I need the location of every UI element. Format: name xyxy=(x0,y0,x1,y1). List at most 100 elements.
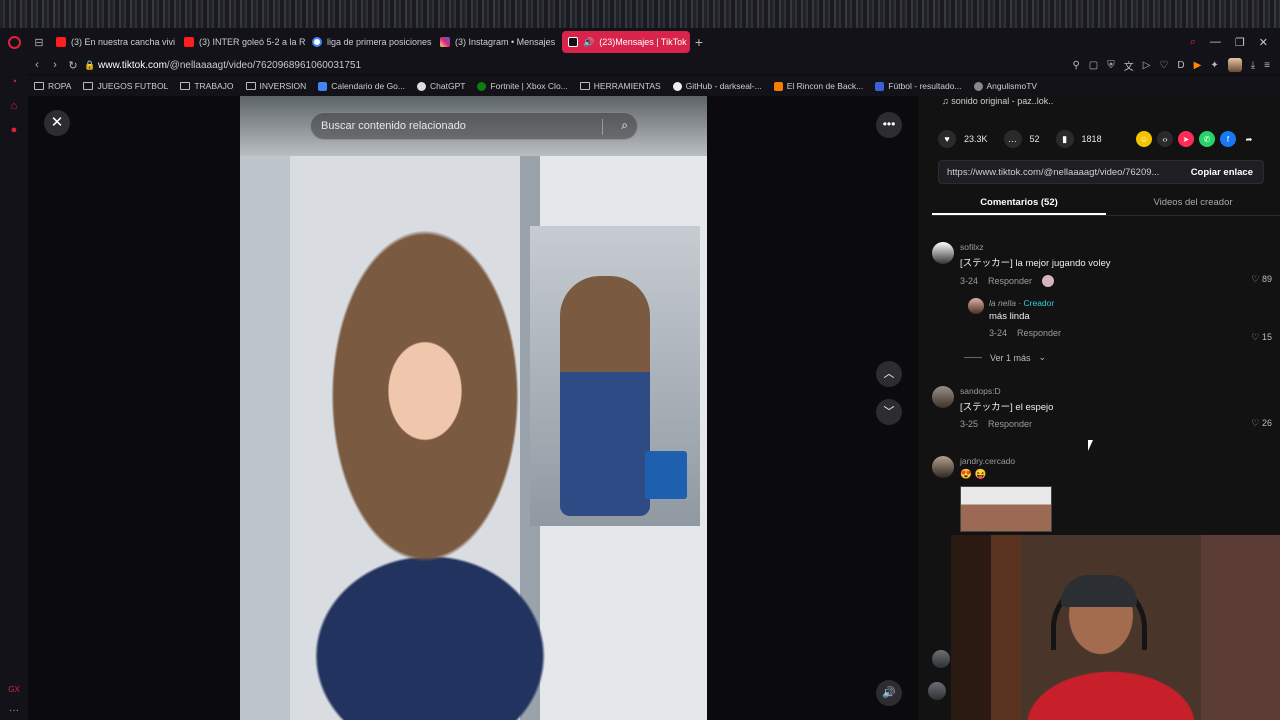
opera-gx-logo-icon[interactable] xyxy=(0,28,28,56)
comment-like-button[interactable]: ♡ 26 xyxy=(1251,418,1272,429)
globe-icon xyxy=(973,81,983,91)
comment-icon[interactable]: … xyxy=(1003,130,1022,148)
bookmark-chatgpt[interactable]: ChatGPT xyxy=(417,81,465,91)
blogger-icon xyxy=(773,81,783,91)
avatar[interactable] xyxy=(932,242,954,264)
next-video-button[interactable]: ﹀ xyxy=(876,399,902,425)
bookmark-github[interactable]: GitHub - darkseal-... xyxy=(672,81,762,91)
bookmark-calendario[interactable]: Calendario de Go... xyxy=(318,81,405,91)
lock-icon[interactable]: 🔒 xyxy=(82,60,98,71)
gx-corner-icon[interactable]: ⌂ xyxy=(8,100,20,112)
tiktok-icon xyxy=(568,37,578,47)
tab-tiktok[interactable]: 🔊 (23)Mensajes | TikTok xyxy=(562,31,690,53)
url-field[interactable]: www.tiktok.com/@nellaaaagt/video/7620968… xyxy=(98,60,361,71)
close-video-button[interactable]: ✕ xyxy=(44,110,70,136)
heart-icon[interactable]: ♡ xyxy=(1159,60,1168,71)
profile-avatar[interactable] xyxy=(1227,58,1242,72)
comment-image[interactable] xyxy=(960,486,1052,532)
tab-instagram[interactable]: (3) Instagram • Mensajes xyxy=(434,31,562,53)
related-search-input[interactable]: Buscar contenido relacionado ⌕ xyxy=(310,112,638,140)
avatar[interactable] xyxy=(928,682,946,700)
reply-button[interactable]: Responder xyxy=(1017,328,1061,338)
comment-username[interactable]: jandry.cercado xyxy=(960,456,1272,466)
volume-button[interactable]: 🔊 xyxy=(876,680,902,706)
gx-control-icon[interactable]: ◔ xyxy=(8,76,20,88)
bookmark-trabajo[interactable]: TRABAJO xyxy=(180,81,234,91)
comment-like-button[interactable]: ♡ 15 xyxy=(1251,332,1272,343)
heart-icon[interactable]: ♥ xyxy=(938,130,956,148)
send-icon[interactable]: ➤ xyxy=(1178,131,1194,147)
bookmark-icon[interactable]: ▮ xyxy=(1055,130,1074,148)
video-player[interactable] xyxy=(240,96,707,720)
bookmark-juegos-futbol[interactable]: JUEGOS FUTBOL xyxy=(83,81,168,91)
close-window-button[interactable]: ✕ xyxy=(1259,36,1268,49)
extension-d-icon[interactable]: D xyxy=(1177,60,1184,71)
cap xyxy=(1061,575,1137,607)
back-button[interactable]: ‹ xyxy=(28,59,46,71)
avatar[interactable] xyxy=(968,298,984,314)
forward-button[interactable]: › xyxy=(46,59,64,71)
tab-comments[interactable]: Comentarios (52) xyxy=(932,194,1106,215)
bookmark-futbol[interactable]: Fútbol - resultado... xyxy=(875,81,962,91)
new-tab-button[interactable]: + xyxy=(690,34,708,50)
whatsapp-icon[interactable]: ✆ xyxy=(1199,131,1215,147)
comment-date: 3-24 xyxy=(989,328,1008,338)
workspaces-icon[interactable]: ⊟ xyxy=(28,36,50,49)
emoji-icon[interactable]: ☺ xyxy=(1136,131,1152,147)
reply-button[interactable]: Responder xyxy=(988,276,1032,286)
comment-username[interactable]: sofilxz xyxy=(960,242,1272,252)
tab-google[interactable]: liga de primera posiciones xyxy=(306,31,434,53)
tab-search-icon[interactable]: ⌕ xyxy=(1190,36,1196,49)
sound-link[interactable]: ♫ sonido original - paz..lok.. xyxy=(942,96,1053,106)
avatar[interactable] xyxy=(932,650,950,668)
share-icon[interactable]: ➦ xyxy=(1241,131,1257,147)
embed-icon[interactable]: ‹› xyxy=(1157,131,1173,147)
tab-youtube-2[interactable]: (3) INTER goleó 5-2 a la R xyxy=(178,31,306,53)
previous-video-button[interactable]: ︿ xyxy=(876,361,902,387)
extension-play-icon[interactable]: ▶ xyxy=(1194,60,1202,71)
download-icon[interactable]: ⤓ xyxy=(1251,60,1255,71)
see-more-replies-button[interactable]: Ver 1 más ⌄ xyxy=(964,352,1046,363)
avatar[interactable] xyxy=(932,386,954,408)
more-options-button[interactable]: ••• xyxy=(876,112,902,138)
youtube-icon xyxy=(56,37,66,47)
tab-creator-videos[interactable]: Videos del creador xyxy=(1106,194,1280,215)
minimize-button[interactable]: — xyxy=(1210,36,1221,49)
copy-link-button[interactable]: Copiar enlace xyxy=(1181,167,1263,178)
comment-username[interactable]: sandops:D xyxy=(960,386,1272,396)
facebook-icon[interactable]: f xyxy=(1220,131,1236,147)
comment-text: [ステッカー] el espejo xyxy=(960,402,1054,413)
play-icon[interactable]: ▷ xyxy=(1143,60,1151,71)
menu-icon[interactable]: ≡ xyxy=(1264,60,1270,71)
comment-text: [ステッカー] la mejor jugando voley xyxy=(960,258,1111,269)
sidebar-more-icon[interactable]: ··· xyxy=(0,705,28,716)
video-stage: ✕ Buscar contenido relacionado ⌕ ••• ︿ ﹀… xyxy=(28,96,918,720)
calendar-icon xyxy=(318,81,328,91)
bookmark-rincon[interactable]: El Rincon de Back... xyxy=(773,81,863,91)
comment-date: 3-24 xyxy=(960,276,979,286)
puzzle-icon[interactable]: ✦ xyxy=(1210,60,1218,71)
search-icon[interactable]: ⌕ xyxy=(621,118,628,133)
twitch-icon[interactable]: ● xyxy=(8,124,20,136)
translate-icon[interactable]: 文 xyxy=(1124,58,1134,73)
comment-like-button[interactable]: ♡ 89 xyxy=(1251,274,1272,285)
bookmark-fortnite[interactable]: Fortnite | Xbox Clo... xyxy=(477,81,568,91)
creator-badge: · Creador xyxy=(1018,298,1055,308)
video-link-field[interactable]: https://www.tiktok.com/@nellaaaagt/video… xyxy=(938,160,1264,184)
bookmark-angulismo[interactable]: AngulismoTV xyxy=(973,81,1037,91)
shield-icon[interactable]: ⛨ xyxy=(1107,60,1115,71)
likes-count: 23.3K xyxy=(964,134,988,144)
pin-icon[interactable]: ⚲ xyxy=(1072,60,1079,71)
bookmark-ropa[interactable]: ROPA xyxy=(34,81,71,91)
bookmark-inversion[interactable]: INVERSION xyxy=(245,81,306,91)
maximize-button[interactable]: ❐ xyxy=(1235,36,1245,49)
comment-username[interactable]: la nella xyxy=(989,298,1016,308)
tab-youtube-1[interactable]: (3) En nuestra cancha vivi xyxy=(50,31,178,53)
bookmarks-bar: ROPA JUEGOS FUTBOL TRABAJO INVERSION Cal… xyxy=(28,76,1280,96)
snapshot-icon[interactable]: ▢ xyxy=(1089,60,1098,71)
bookmark-herramientas[interactable]: HERRAMIENTAS xyxy=(579,81,661,91)
reply-button[interactable]: Responder xyxy=(988,419,1032,429)
browser-sidebar: ◔ ⌂ ● GX ··· xyxy=(0,56,28,720)
avatar[interactable] xyxy=(932,456,954,478)
reload-button[interactable]: ↻ xyxy=(64,59,82,72)
